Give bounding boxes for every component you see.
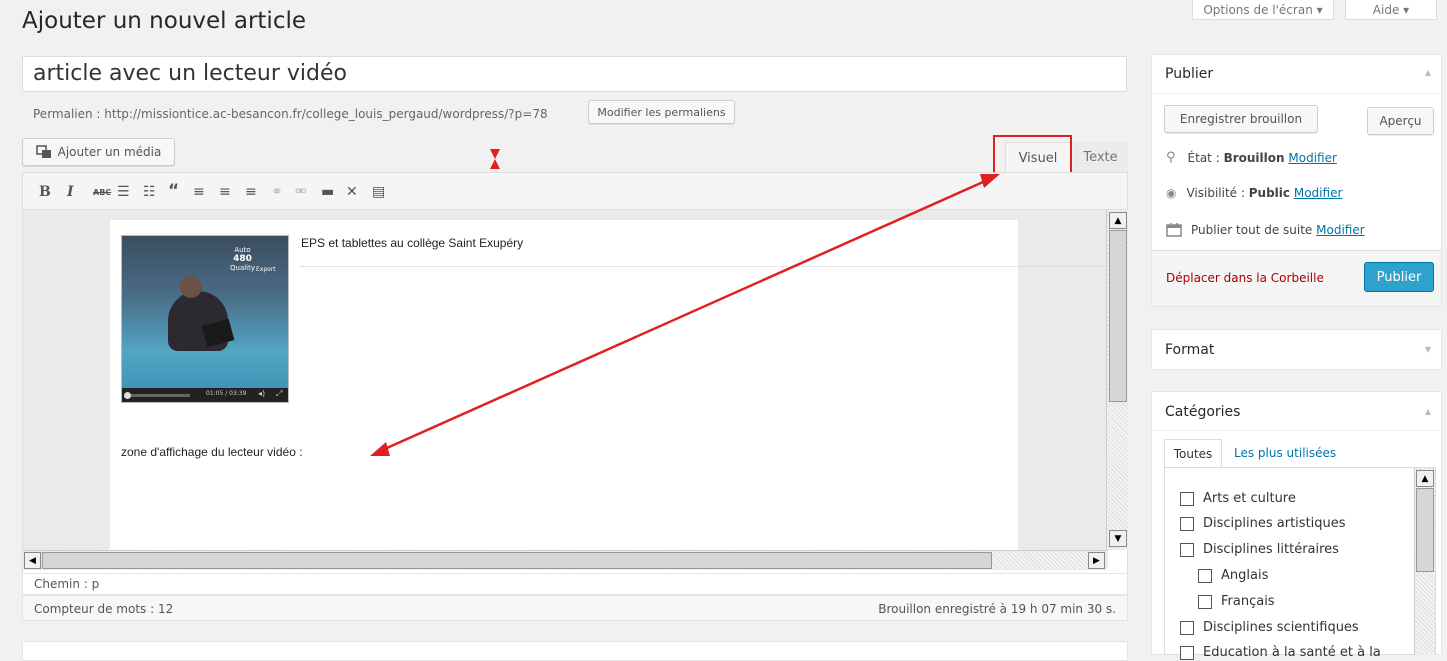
preview-button[interactable]: Aperçu [1367,107,1434,135]
vertical-scroll-thumb[interactable] [1109,230,1127,402]
fullscreen-icon[interactable]: ✕ [346,184,358,200]
edit-permalink-button[interactable]: Modifier les permaliens [588,100,735,124]
align-left-icon[interactable]: ≡ [193,184,205,200]
collapse-categories-icon[interactable]: ▲ [1425,407,1431,416]
draft-saved-status: Brouillon enregistré à 19 h 07 min 30 s. [878,602,1116,616]
categories-scroll-up-icon[interactable]: ▲ [1416,470,1434,487]
scroll-down-icon[interactable]: ▼ [1109,530,1127,547]
categories-divider [1151,430,1442,431]
media-icon [35,145,51,158]
align-center-icon[interactable]: ≡ [219,184,231,200]
eye-icon: ◉ [1166,186,1177,200]
publish-box-title: Publier [1165,66,1214,82]
category-checkbox[interactable] [1198,594,1212,609]
tab-popular-categories[interactable]: Les plus utilisées [1234,446,1336,460]
category-checkbox[interactable] [1180,542,1194,557]
bullet-list-icon[interactable]: ☰ [117,184,130,200]
calendar-icon [1166,223,1182,237]
bold-icon[interactable]: B [39,184,51,200]
modify-schedule-link[interactable]: Modifier [1316,223,1365,237]
align-right-icon[interactable]: ≡ [245,184,257,200]
strikethrough-icon[interactable]: ABC [93,188,111,197]
trash-link[interactable]: Déplacer dans la Corbeille [1166,271,1324,285]
status-row: ⚲ État : Brouillon Modifier [1166,150,1337,165]
category-item[interactable]: Arts et culture [1180,491,1296,506]
visibility-row: ◉ Visibilité : Public Modifier [1166,186,1343,200]
volume-icon[interactable]: ◂) [258,389,265,398]
video-export-label: Export [256,266,276,273]
video-controls[interactable]: 01:05 / 03:39 ◂) ⤢ [122,388,288,402]
scroll-right-icon[interactable]: ▶ [1088,552,1105,569]
page-title: Ajouter un nouvel article [22,8,307,34]
video-time: 01:05 / 03:39 [206,390,247,397]
modify-status-link[interactable]: Modifier [1288,151,1337,165]
category-item[interactable]: Disciplines scientifiques [1180,620,1359,635]
modify-visibility-link[interactable]: Modifier [1294,186,1343,200]
add-media-label: Ajouter un média [57,145,162,159]
expand-icon[interactable]: ▼ [1425,345,1431,354]
category-checkbox[interactable] [1180,620,1194,635]
tab-text[interactable]: Texte [1073,142,1128,172]
more-tag-icon[interactable]: ▬ [321,184,334,200]
categories-scroll-thumb[interactable] [1416,488,1434,572]
fullscreen-video-icon[interactable]: ⤢ [276,389,282,399]
video-overlay-text: Auto 480 Quality [230,246,256,272]
pin-icon: ⚲ [1166,150,1176,165]
schedule-row: Publier tout de suite Modifier [1166,222,1365,237]
word-count: Compteur de mots : 12 Brouillon enregist… [22,595,1128,621]
add-media-button[interactable]: Ajouter un média [22,138,175,166]
numbered-list-icon[interactable]: ☷ [143,184,156,200]
publish-button[interactable]: Publier [1364,262,1434,292]
player-zone-text: zone d'affichage du lecteur vidéo : [121,445,303,459]
path-bar: Chemin : p [22,573,1128,595]
help-button[interactable]: Aide ▾ [1345,0,1437,20]
screen-options-button[interactable]: Options de l'écran ▾ [1192,0,1334,20]
permalink-text: Permalien : http://missiontice.ac-besanc… [33,107,548,121]
scroll-up-icon[interactable]: ▲ [1109,212,1127,229]
category-checkbox[interactable] [1180,645,1194,660]
tab-all-categories[interactable]: Toutes [1164,439,1222,467]
category-checkbox[interactable] [1180,516,1194,531]
publish-divider [1151,93,1442,94]
category-item[interactable]: Education à la santé et à la [1180,645,1381,660]
category-checkbox[interactable] [1180,491,1194,506]
format-box-title: Format [1165,342,1215,358]
category-item[interactable]: Disciplines littéraires [1180,542,1339,557]
horizontal-scroll-thumb[interactable] [42,552,992,569]
post-title-input[interactable]: article avec un lecteur vidéo [22,56,1127,92]
text-cursor-icon [490,149,500,169]
category-item[interactable]: Anglais [1198,568,1268,583]
collapse-icon[interactable]: ▲ [1425,68,1431,77]
video-player-thumbnail[interactable]: Auto 480 Quality Export 01:05 / 03:39 ◂)… [121,235,289,403]
bottom-meta-box [22,641,1128,661]
italic-icon[interactable]: I [67,184,74,200]
annotation-arrow [370,174,1000,456]
word-count-label: Compteur de mots : 12 [34,602,174,616]
categories-box-title: Catégories [1165,404,1241,420]
category-checkbox[interactable] [1198,568,1212,583]
blockquote-icon[interactable]: “ [168,181,179,201]
unlink-icon[interactable]: ⚮ [295,184,307,200]
category-item[interactable]: Français [1198,594,1275,609]
link-icon[interactable]: ⚭ [271,184,283,200]
save-draft-button[interactable]: Enregistrer brouillon [1164,105,1318,133]
scroll-left-icon[interactable]: ◀ [24,552,41,569]
category-item[interactable]: Disciplines artistiques [1180,516,1346,531]
